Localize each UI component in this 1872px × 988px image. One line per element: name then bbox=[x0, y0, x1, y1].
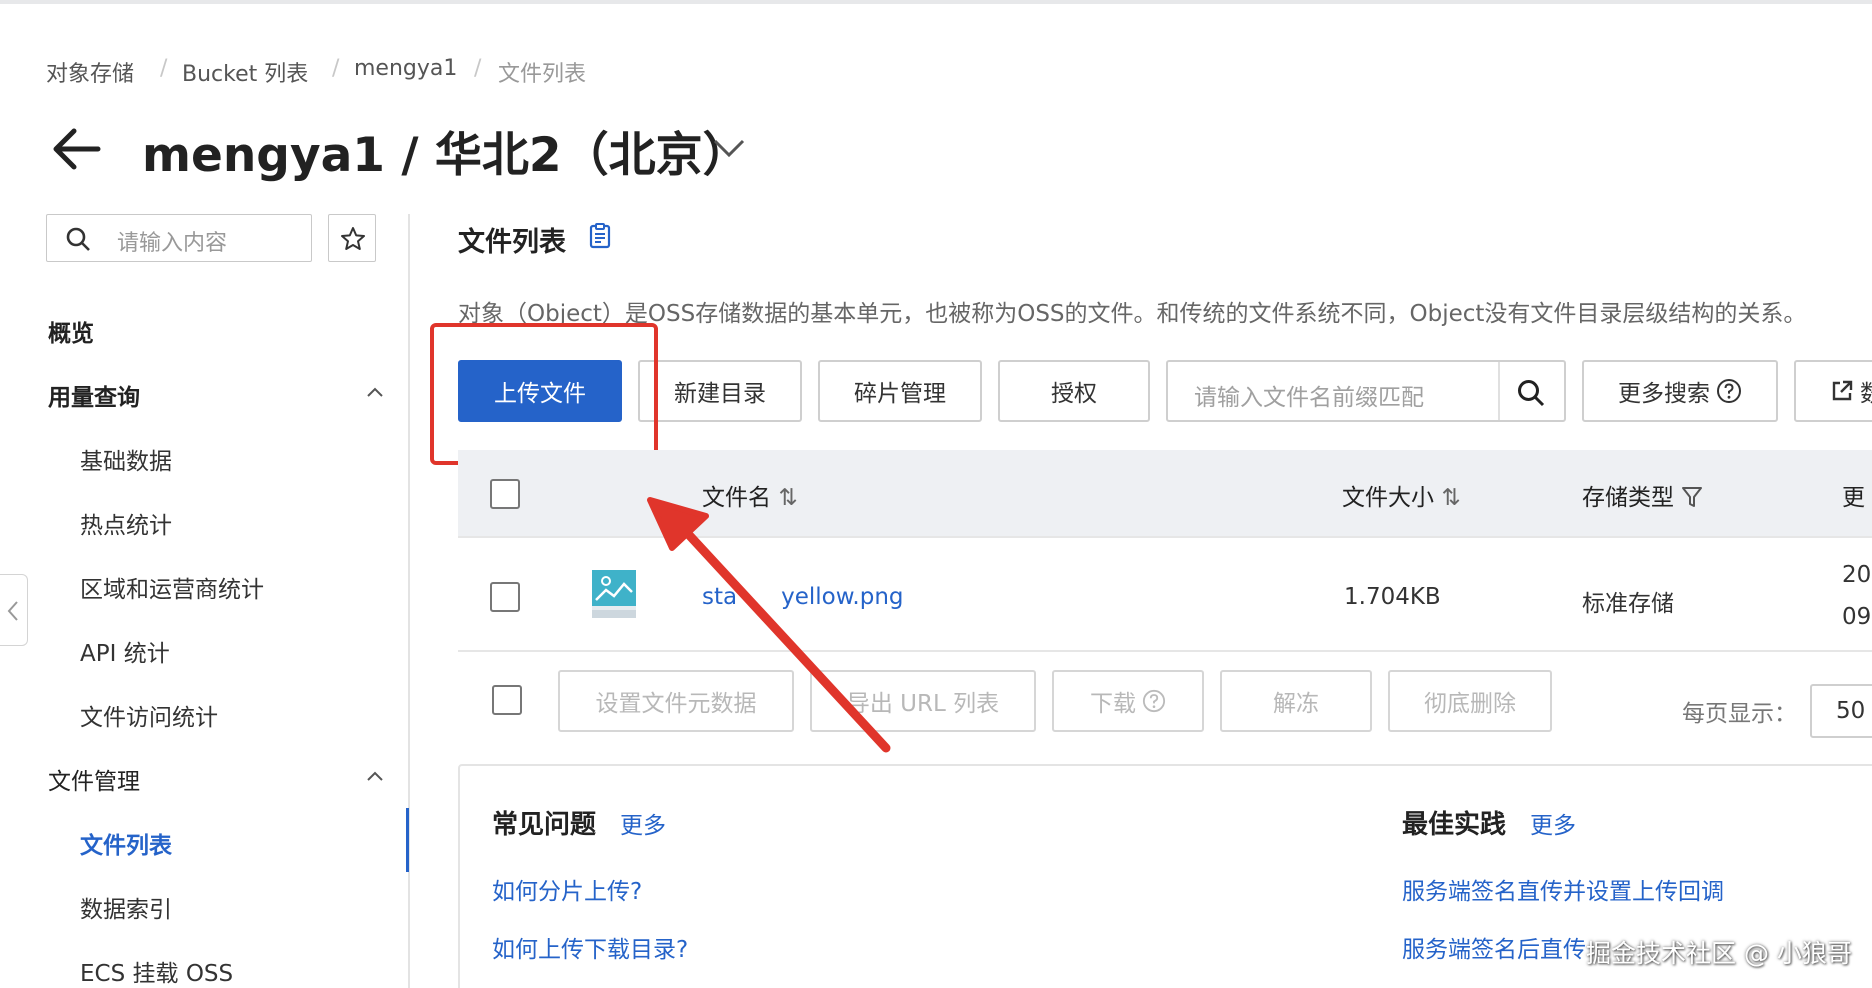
column-storage-label: 存储类型 bbox=[1582, 485, 1674, 511]
file-name-tail: yellow.png bbox=[781, 584, 904, 610]
row-checkbox[interactable] bbox=[490, 582, 520, 612]
chevron-up-icon[interactable] bbox=[366, 770, 384, 782]
batch-select-checkbox[interactable] bbox=[492, 685, 522, 715]
file-prefix-search-input[interactable]: 请输入文件名前缀匹配 bbox=[1166, 360, 1566, 422]
download-label: 下载 bbox=[1090, 691, 1136, 717]
file-name-link[interactable]: sta yellow.png bbox=[702, 584, 904, 610]
column-header-storage[interactable]: 存储类型 bbox=[1582, 478, 1703, 512]
set-metadata-button[interactable]: 设置文件元数据 bbox=[558, 670, 794, 732]
delete-permanently-button[interactable]: 彻底删除 bbox=[1388, 670, 1552, 732]
export-url-list-button[interactable]: 导出 URL 列表 bbox=[810, 670, 1036, 732]
star-icon bbox=[341, 227, 365, 250]
section-title: 文件列表 bbox=[458, 227, 566, 258]
breadcrumb-oss[interactable]: 对象存储 bbox=[46, 56, 134, 88]
breadcrumb-separator: / bbox=[474, 56, 482, 81]
sidebar-item-file-list[interactable]: 文件列表 bbox=[80, 826, 172, 860]
annotation-highlight-box bbox=[430, 323, 658, 465]
top-shadow bbox=[0, 0, 1872, 4]
best-practice-title: 最佳实践 bbox=[1402, 810, 1507, 840]
best-practice-more-link[interactable]: 更多 bbox=[1530, 806, 1576, 840]
sidebar-item-ecs-mount[interactable]: ECS 挂载 OSS bbox=[80, 954, 233, 988]
help-circle-icon bbox=[1142, 689, 1166, 713]
sidebar-group-file-management[interactable]: 文件管理 bbox=[48, 762, 140, 796]
sidebar-item-file-access[interactable]: 文件访问统计 bbox=[80, 698, 218, 732]
faq-more-link[interactable]: 更多 bbox=[620, 806, 666, 840]
page-size-value: 50 bbox=[1836, 698, 1866, 724]
unfreeze-button[interactable]: 解冻 bbox=[1220, 670, 1372, 732]
sidebar-item-region-isp[interactable]: 区域和运营商统计 bbox=[80, 570, 264, 604]
modified-date-line1: 20 bbox=[1842, 562, 1872, 588]
filter-icon[interactable] bbox=[1681, 485, 1703, 509]
chevron-down-icon[interactable] bbox=[712, 136, 746, 160]
page-title: mengya1 / 华北2（北京） bbox=[142, 128, 750, 183]
best-practice-link[interactable]: 服务端签名直传并设置上传回调 bbox=[1402, 872, 1724, 906]
faq-title: 常见问题 bbox=[492, 810, 597, 840]
back-arrow-icon[interactable] bbox=[50, 118, 104, 180]
best-practice-link[interactable]: 服务端签名后直传 bbox=[1402, 930, 1586, 964]
column-header-name[interactable]: 文件名 ⇅ bbox=[702, 478, 798, 512]
breadcrumb-separator: / bbox=[160, 56, 168, 81]
file-name-visible: sta bbox=[702, 584, 738, 610]
sidebar-item-basic-data[interactable]: 基础数据 bbox=[80, 442, 172, 476]
sort-icon[interactable]: ⇅ bbox=[1441, 485, 1460, 511]
clipboard-icon[interactable] bbox=[588, 223, 612, 249]
sidebar-item-overview[interactable]: 概览 bbox=[48, 314, 94, 348]
sidebar-group-usage[interactable]: 用量查询 bbox=[48, 378, 140, 412]
search-icon[interactable] bbox=[1516, 378, 1546, 408]
export-button-label: 数 bbox=[1860, 381, 1872, 407]
file-search-placeholder: 请输入文件名前缀匹配 bbox=[1194, 385, 1424, 411]
sidebar-item-data-index[interactable]: 数据索引 bbox=[80, 890, 172, 924]
help-circle-icon bbox=[1717, 379, 1741, 403]
sidebar-item-hotspot[interactable]: 热点统计 bbox=[80, 506, 172, 540]
select-all-checkbox[interactable] bbox=[490, 479, 520, 509]
external-link-icon bbox=[1832, 380, 1853, 401]
breadcrumb-current: 文件列表 bbox=[498, 62, 587, 87]
sidebar-item-api-stats[interactable]: API 统计 bbox=[80, 634, 170, 668]
authorize-button[interactable]: 授权 bbox=[998, 360, 1150, 422]
modified-date-line2: 09 bbox=[1842, 604, 1872, 630]
sidebar-collapse-button[interactable] bbox=[0, 574, 28, 646]
more-search-label: 更多搜索 bbox=[1618, 381, 1710, 407]
column-size-label: 文件大小 bbox=[1342, 485, 1434, 511]
faq-link[interactable]: 如何上传下载目录? bbox=[492, 930, 688, 964]
download-button[interactable]: 下载 bbox=[1052, 670, 1204, 732]
breadcrumb-bucket[interactable]: mengya1 bbox=[354, 56, 457, 81]
storage-type: 标准存储 bbox=[1582, 591, 1674, 617]
image-file-icon bbox=[592, 570, 636, 618]
search-divider bbox=[1498, 362, 1500, 420]
export-button[interactable]: 数 bbox=[1794, 360, 1872, 422]
column-name-label: 文件名 bbox=[702, 485, 771, 511]
page-size-label: 每页显示： bbox=[1682, 701, 1797, 727]
more-search-button[interactable]: 更多搜索 bbox=[1582, 360, 1778, 422]
breadcrumb-bucket-list[interactable]: Bucket 列表 bbox=[182, 56, 308, 88]
sort-icon[interactable]: ⇅ bbox=[778, 485, 797, 511]
row-divider bbox=[458, 650, 1872, 652]
page-size-select[interactable]: 50 bbox=[1810, 684, 1872, 738]
faq-link[interactable]: 如何分片上传? bbox=[492, 872, 642, 906]
row-divider bbox=[458, 536, 1872, 538]
active-indicator bbox=[406, 808, 409, 872]
column-header-more[interactable]: 更 bbox=[1842, 478, 1865, 512]
favorite-button[interactable] bbox=[328, 214, 376, 262]
sidebar-search-input[interactable]: 请输入内容 bbox=[46, 214, 312, 262]
watermark: 掘金技术社区 @ 小狼哥 bbox=[1586, 939, 1852, 968]
chevron-up-icon[interactable] bbox=[366, 386, 384, 398]
sidebar-search-placeholder: 请输入内容 bbox=[117, 231, 228, 256]
chevron-left-icon bbox=[7, 601, 18, 621]
search-icon bbox=[66, 227, 90, 251]
description: 对象（Object）是OSS存储数据的基本单元，也被称为OSS的文件。和传统的文… bbox=[458, 301, 1807, 327]
new-directory-button[interactable]: 新建目录 bbox=[638, 360, 802, 422]
breadcrumb-separator: / bbox=[332, 56, 340, 81]
file-size: 1.704KB bbox=[1344, 584, 1441, 610]
fragment-management-button[interactable]: 碎片管理 bbox=[818, 360, 982, 422]
column-header-size[interactable]: 文件大小 ⇅ bbox=[1342, 478, 1461, 512]
